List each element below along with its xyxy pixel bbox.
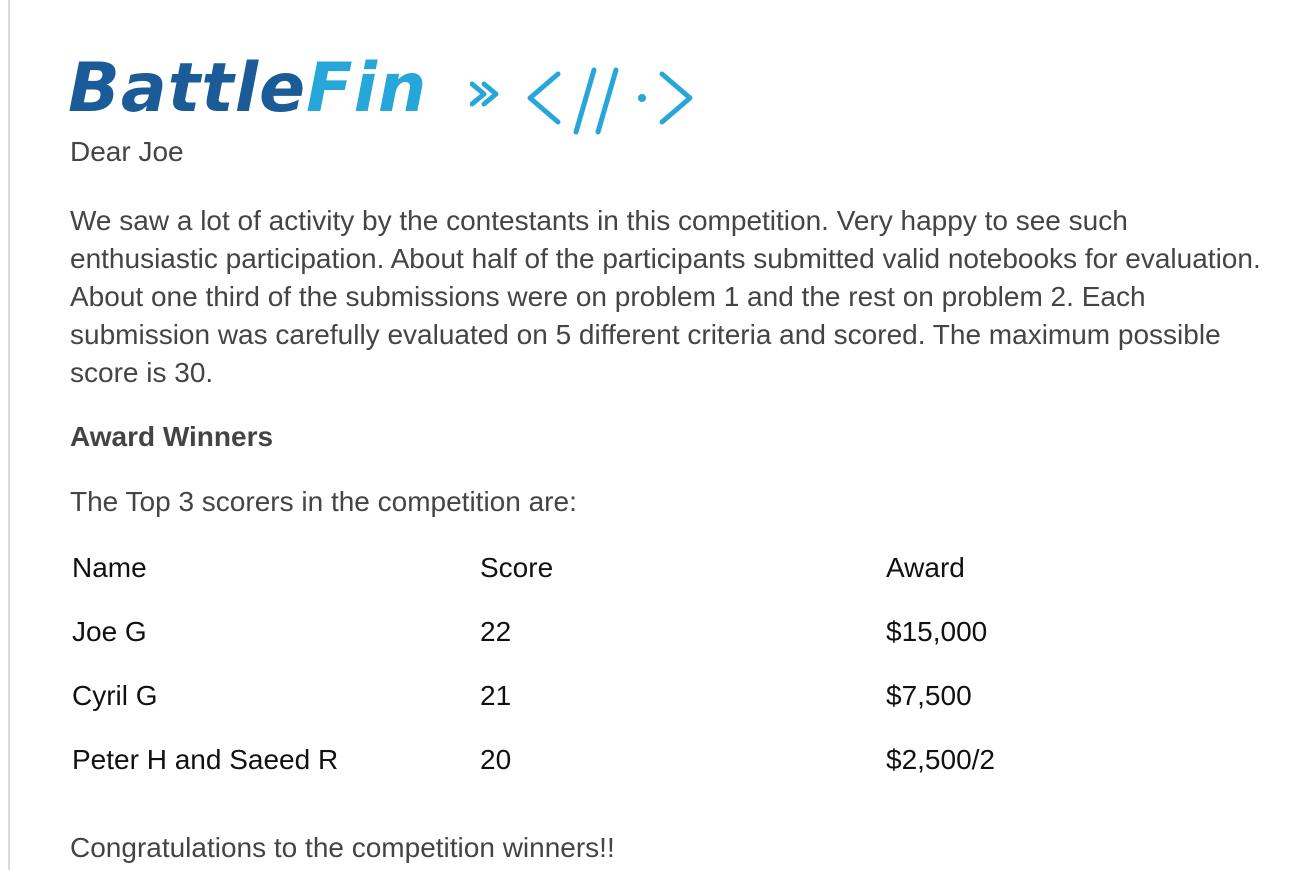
- winners-table: Name Score Award Joe G 22 $15,000 Cyril …: [72, 536, 1216, 792]
- table-row: Peter H and Saeed R 20 $2,500/2: [72, 728, 1216, 792]
- closing-text: Congratulations to the competition winne…: [70, 832, 615, 863]
- award-winners-heading: Award Winners: [70, 421, 274, 452]
- logo-text-battle: Battle: [68, 49, 307, 128]
- winner-score: 20: [480, 744, 512, 775]
- winner-award: $7,500: [886, 680, 972, 711]
- winner-score: 21: [480, 680, 512, 711]
- winner-score: 22: [480, 616, 512, 647]
- table-header-row: Name Score Award: [72, 536, 1216, 600]
- intro-text: The Top 3 scorers in the competition are…: [70, 486, 577, 517]
- greeting: Dear Joe: [70, 136, 184, 167]
- table-row: Joe G 22 $15,000: [72, 600, 1216, 664]
- logo-text-fin: Fin: [306, 49, 428, 128]
- battlefin-logo: BattleFin: [68, 44, 696, 144]
- header-name: Name: [72, 552, 147, 583]
- winner-award: $2,500/2: [886, 744, 995, 775]
- header-score: Score: [480, 552, 554, 583]
- winner-name: Cyril G: [72, 680, 158, 711]
- winner-award: $15,000: [886, 616, 988, 647]
- winner-name: Joe G: [72, 616, 147, 647]
- winner-name: Peter H and Saeed R: [72, 744, 339, 775]
- table-row: Cyril G 21 $7,500: [72, 664, 1216, 728]
- body-paragraph: We saw a lot of activity by the contesta…: [70, 205, 1261, 388]
- header-award: Award: [886, 552, 965, 583]
- left-border: [8, 0, 10, 870]
- code-chevrons-icon: [469, 64, 696, 141]
